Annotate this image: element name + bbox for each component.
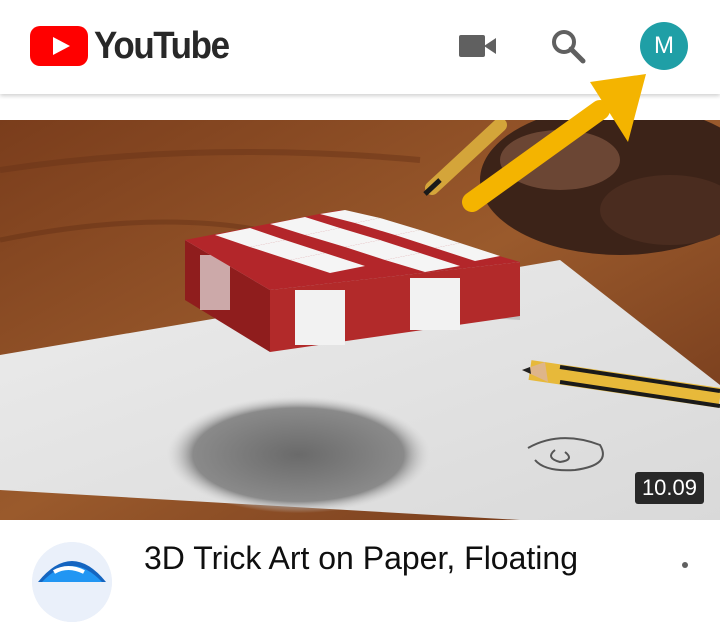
video-thumbnail[interactable]: 10.09 bbox=[0, 120, 720, 520]
account-avatar[interactable]: M bbox=[640, 22, 688, 70]
app-bar: YouTube M bbox=[0, 0, 720, 94]
thumbnail-image bbox=[0, 120, 720, 520]
youtube-logo[interactable]: YouTube bbox=[30, 24, 240, 68]
brand-wordmark: YouTube bbox=[94, 24, 230, 67]
account-initial: M bbox=[654, 32, 674, 59]
channel-logo-icon bbox=[32, 542, 112, 622]
channel-avatar[interactable] bbox=[32, 542, 112, 622]
more-options-button[interactable] bbox=[664, 556, 704, 596]
more-vert-icon bbox=[682, 562, 688, 568]
video-camera-icon bbox=[459, 35, 496, 57]
video-title[interactable]: 3D Trick Art on Paper, Floating bbox=[144, 540, 578, 577]
search-button[interactable] bbox=[544, 22, 592, 70]
video-duration-badge: 10.09 bbox=[634, 472, 704, 504]
upload-video-button[interactable] bbox=[448, 22, 496, 70]
search-icon bbox=[552, 30, 586, 64]
youtube-play-icon bbox=[30, 26, 88, 66]
